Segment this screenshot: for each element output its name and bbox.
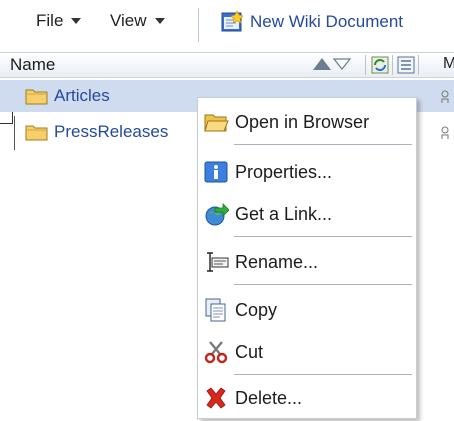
row-label-pressreleases[interactable]: PressReleases: [54, 122, 168, 142]
folder-icon: [25, 125, 48, 141]
view-menu-label: View: [110, 11, 147, 30]
menu-item-label: Properties...: [235, 161, 333, 182]
new-document-icon: [221, 10, 244, 32]
refresh-icon[interactable]: [371, 56, 389, 74]
menu-item-get-a-link[interactable]: Get a Link...: [203, 198, 411, 230]
view-menu[interactable]: View: [110, 11, 165, 31]
menu-item-label: Delete...: [235, 387, 303, 408]
file-menu-label: File: [36, 11, 64, 30]
sort-controls: [313, 58, 351, 70]
menu-item-delete[interactable]: Delete...: [203, 382, 411, 414]
folder-icon: [25, 89, 48, 105]
file-menu[interactable]: File: [36, 11, 82, 31]
header-divider: [418, 55, 419, 75]
menu-item-label: Copy: [235, 299, 278, 320]
chevron-down-icon: [71, 18, 82, 24]
menu-item-label: Rename...: [235, 251, 319, 272]
menu-item-rename[interactable]: Rename...: [203, 246, 411, 278]
menu-item-label: Get a Link...: [235, 203, 333, 224]
rename-icon: [207, 252, 229, 272]
menu-divider: [234, 144, 412, 145]
menu-item-copy[interactable]: Copy: [203, 294, 411, 326]
menu-item-open-in-browser[interactable]: Open in Browser: [203, 106, 411, 138]
globe-link-icon: [205, 203, 229, 226]
new-wiki-document-button[interactable]: New Wiki Document: [220, 10, 403, 34]
table-header: Name M: [0, 52, 454, 78]
chevron-down-icon: [154, 18, 165, 24]
scissors-icon: [204, 341, 228, 364]
row-label-articles[interactable]: Articles: [54, 86, 110, 106]
column-header-name[interactable]: Name: [10, 55, 55, 75]
header-divider: [365, 55, 366, 75]
new-wiki-document-label: New Wiki Document: [250, 12, 404, 31]
delete-x-icon: [206, 387, 226, 409]
header-divider: [392, 55, 393, 75]
folder-open-icon: [204, 114, 229, 132]
row-action-icon: [441, 126, 449, 139]
toolbar: File View New Wiki Document: [0, 0, 454, 46]
menu-item-properties[interactable]: Properties...: [203, 156, 411, 188]
row-action-icon: [441, 90, 449, 103]
context-menu: Open in Browser Properties... Get a Link…: [197, 97, 417, 419]
menu-item-cut[interactable]: Cut: [203, 336, 411, 368]
menu-item-label: Open in Browser: [235, 111, 370, 132]
menu-item-label: Cut: [235, 341, 264, 362]
sort-descending-icon[interactable]: [333, 58, 351, 70]
column-header-partial: M: [443, 55, 454, 72]
sort-ascending-icon[interactable]: [313, 58, 331, 70]
menu-divider: [234, 284, 412, 285]
toolbar-divider: [198, 8, 199, 42]
menu-divider: [234, 374, 412, 375]
info-icon: [204, 161, 228, 183]
column-options-icon[interactable]: [397, 56, 415, 74]
copy-icon: [205, 298, 226, 322]
menu-divider: [234, 236, 412, 237]
